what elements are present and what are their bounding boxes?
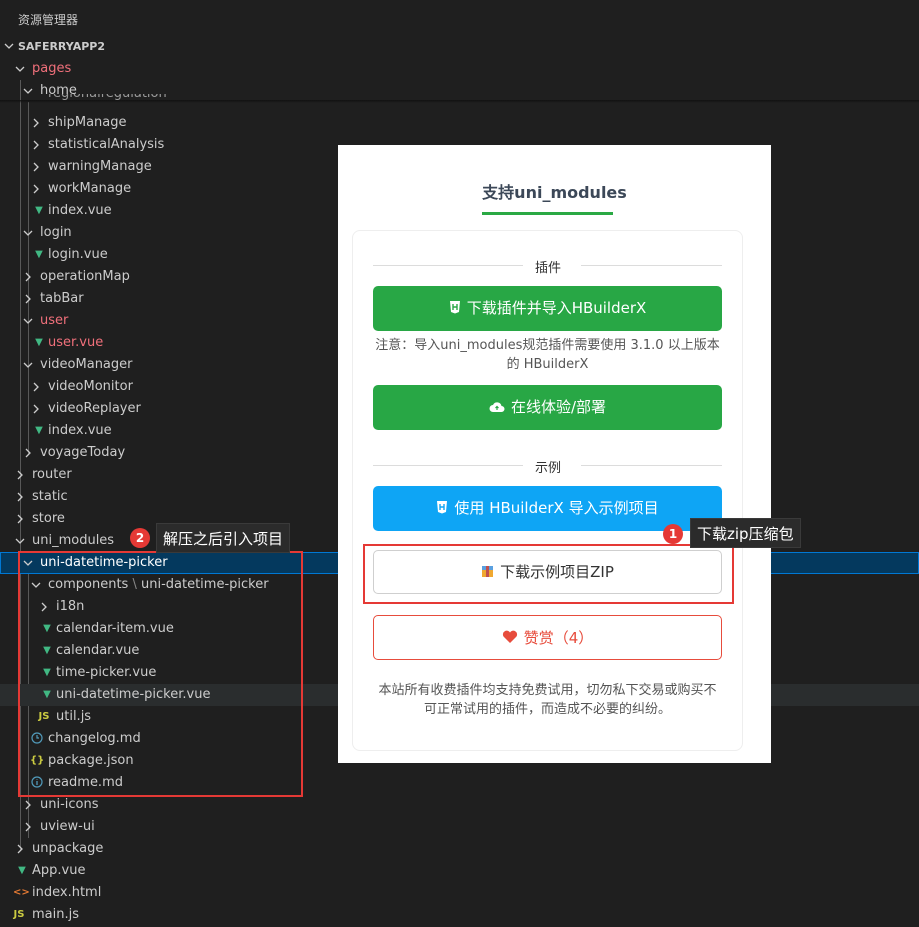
tree-item-label: statisticalAnalysis xyxy=(48,137,165,152)
tree-folder-uview-ui[interactable]: uview-ui xyxy=(0,816,919,838)
tree-item-label: login.vue xyxy=(48,247,108,262)
chevron-right-icon xyxy=(14,513,26,525)
cloud-icon xyxy=(489,386,505,431)
chevron-right-icon xyxy=(30,403,42,415)
tree-item-label: user xyxy=(40,313,69,328)
tree-file-index-html[interactable]: <> index.html xyxy=(0,882,919,904)
chevron-right-icon xyxy=(14,491,26,503)
tree-item-label: index.html xyxy=(32,885,102,900)
step-badge-2: 2 xyxy=(130,528,150,548)
vue-file-icon: ▼ xyxy=(35,249,43,260)
tree-item-label: videoReplayer xyxy=(48,401,141,416)
tree-item-label: store xyxy=(32,511,65,526)
chevron-right-icon xyxy=(30,117,42,129)
highlight-box-picker-folder xyxy=(18,551,303,797)
tree-item-label: voyageToday xyxy=(40,445,126,460)
sticky-scroll-shadow xyxy=(0,100,919,103)
chevron-down-icon xyxy=(22,315,34,327)
step-badge-1: 1 xyxy=(663,524,683,544)
chevron-right-icon xyxy=(30,139,42,151)
tab-uni-modules[interactable]: 支持uni_modules xyxy=(338,179,771,203)
tree-folder-shipmanage[interactable]: shipManage xyxy=(0,112,919,134)
chevron-down-icon xyxy=(22,227,34,239)
tree-folder-uni-icons[interactable]: uni-icons xyxy=(0,794,919,816)
tree-item-label: warningManage xyxy=(48,159,152,174)
chevron-right-icon xyxy=(22,271,34,283)
tree-folder-unpackage[interactable]: unpackage xyxy=(0,838,919,860)
vue-file-icon: ▼ xyxy=(35,337,43,348)
tree-file-app-vue[interactable]: ▼ App.vue xyxy=(0,860,919,882)
hbuilder-icon xyxy=(449,287,461,332)
tree-file-main-js[interactable]: JS main.js xyxy=(0,904,919,926)
tree-item-label: pages xyxy=(32,61,72,76)
tree-item-label: login xyxy=(40,225,72,240)
section-example-heading: 示例 xyxy=(338,455,771,476)
chevron-right-icon xyxy=(22,821,34,833)
import-note: 注意：导入uni_modules规范插件需要使用 3.1.0 以上版本的 HBu… xyxy=(375,338,720,372)
appreciate-button[interactable]: 赞赏（4） xyxy=(373,615,722,660)
tree-item-label: uni-icons xyxy=(40,797,99,812)
tree-folder-pages[interactable]: pages xyxy=(0,58,919,80)
online-experience-button[interactable]: 在线体验/部署 xyxy=(373,385,722,430)
chevron-down-icon xyxy=(14,63,26,75)
tree-item-label: workManage xyxy=(48,181,132,196)
chevron-right-icon xyxy=(30,381,42,393)
vue-file-icon: ▼ xyxy=(35,425,43,436)
js-file-icon: JS xyxy=(13,909,25,920)
tree-item-label: static xyxy=(32,489,68,504)
chevron-right-icon xyxy=(14,843,26,855)
vue-file-icon: ▼ xyxy=(35,205,43,216)
plugin-card: 支持uni_modules 插件 下载插件并导入HBuilderX 注意：导入u… xyxy=(338,145,771,763)
tree-item-label: videoMonitor xyxy=(48,379,133,394)
tree-item-label: tabBar xyxy=(40,291,84,306)
tree-item-label: videoManager xyxy=(40,357,133,372)
chevron-down-icon xyxy=(14,535,26,547)
html-file-icon: <> xyxy=(13,887,30,898)
download-import-button[interactable]: 下载插件并导入HBuilderX xyxy=(373,286,722,331)
chevron-right-icon xyxy=(22,293,34,305)
tree-item-label: unpackage xyxy=(32,841,104,856)
explorer-title: 资源管理器 xyxy=(18,13,79,27)
highlight-box-zip-button xyxy=(363,544,734,604)
tab-active-indicator xyxy=(482,212,613,215)
tree-item-label: App.vue xyxy=(32,863,86,878)
tree-item-label: shipManage xyxy=(48,115,127,130)
chevron-right-icon xyxy=(22,447,34,459)
tree-item-label: router xyxy=(32,467,72,482)
tree-item-label: uview-ui xyxy=(40,819,95,834)
chevron-right-icon xyxy=(14,469,26,481)
tree-item-label: user.vue xyxy=(48,335,104,350)
heart-icon xyxy=(502,617,518,662)
divider xyxy=(581,265,722,266)
tooltip-step-1: 下载zip压缩包 xyxy=(690,518,801,548)
chevron-right-icon xyxy=(30,183,42,195)
tree-item-label: uni_modules xyxy=(32,533,115,548)
chevron-right-icon xyxy=(22,799,34,811)
tree-item-label: main.js xyxy=(32,907,79,922)
workspace-root[interactable]: SAFERRYAPP2 xyxy=(0,36,919,58)
hbuilder-icon xyxy=(436,487,448,532)
tree-item-label: index.vue xyxy=(48,203,112,218)
footer-note: 本站所有收费插件均支持免费试用，切勿私下交易或购买不可正常试用的插件，而造成不必… xyxy=(378,683,717,717)
chevron-down-icon xyxy=(22,359,34,371)
tree-item-label: operationMap xyxy=(40,269,130,284)
section-plugin-heading: 插件 xyxy=(338,255,771,276)
tree-item-label: index.vue xyxy=(48,423,112,438)
divider xyxy=(373,465,523,466)
divider xyxy=(373,265,523,266)
divider xyxy=(581,465,722,466)
tooltip-step-2: 解压之后引入项目 xyxy=(156,523,291,553)
vue-file-icon: ▼ xyxy=(18,865,26,876)
chevron-right-icon xyxy=(30,161,42,173)
chevron-down-icon xyxy=(3,40,15,55)
workspace-root-label: SAFERRYAPP2 xyxy=(18,40,106,53)
